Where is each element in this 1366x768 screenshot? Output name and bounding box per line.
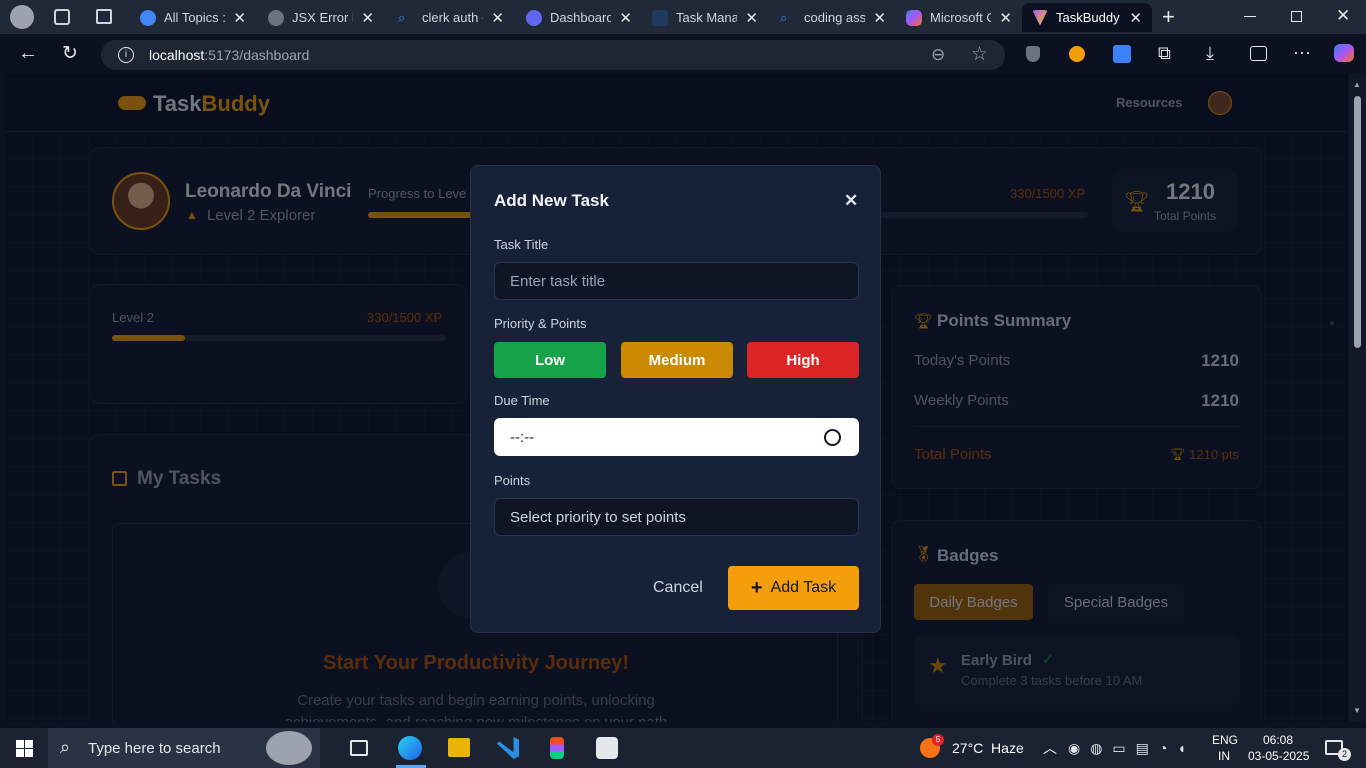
more-menu-icon[interactable]: ···: [1293, 42, 1311, 63]
close-window-button[interactable]: ✕: [1336, 6, 1350, 26]
due-time-label: Due Time: [494, 393, 550, 408]
add-task-label: Add Task: [770, 579, 837, 596]
tab-all-topics[interactable]: All Topics : G✕: [130, 3, 256, 32]
url-path: :5173/dashboard: [204, 47, 310, 63]
copilot-icon[interactable]: [1334, 44, 1354, 62]
clock-date[interactable]: 03-05-2025: [1248, 749, 1309, 763]
chat-icon: [268, 9, 284, 26]
search-icon: ⌕: [60, 737, 71, 757]
taskbar-search[interactable]: ⌕ Type here to search: [48, 728, 320, 768]
new-tab-button[interactable]: +: [1162, 4, 1175, 30]
file-explorer-icon[interactable]: [448, 738, 470, 757]
scroll-thumb[interactable]: [1354, 96, 1361, 348]
scroll-down-arrow[interactable]: ▼: [1353, 706, 1361, 715]
search-icon: ⌕: [780, 9, 788, 25]
taskbar-search-placeholder: Type here to search: [88, 739, 221, 757]
close-tab-icon[interactable]: ✕: [491, 9, 504, 27]
cancel-button[interactable]: Cancel: [653, 579, 703, 597]
clock-time[interactable]: 06:08: [1263, 733, 1293, 747]
search-icon: ⌕: [398, 9, 406, 25]
notifications-count: 2: [1338, 748, 1351, 761]
screenshot-icon[interactable]: [1250, 46, 1267, 61]
priority-low-button[interactable]: Low: [494, 342, 606, 378]
priority-label: Priority & Points: [494, 316, 587, 331]
url-host: localhost: [149, 47, 205, 63]
plus-icon: +: [750, 576, 763, 599]
favorite-star-icon[interactable]: ☆: [971, 43, 988, 66]
language-in[interactable]: IN: [1218, 749, 1230, 763]
tab-coding-assist[interactable]: ⌕coding assis✕: [770, 3, 896, 32]
workspaces-icon[interactable]: [54, 9, 70, 25]
chevron-up-icon[interactable]: ︿: [1043, 738, 1057, 758]
close-tab-icon[interactable]: ✕: [361, 9, 374, 27]
task-view-icon[interactable]: [350, 740, 368, 756]
tab-microsoft-copilot[interactable]: Microsoft Co✕: [896, 3, 1022, 32]
extension-icon[interactable]: [1113, 45, 1131, 63]
copilot-icon: [906, 9, 922, 26]
zoom-icon[interactable]: ⊖: [931, 45, 945, 65]
priority-medium-button[interactable]: Medium: [621, 342, 733, 378]
vite-icon: [1032, 9, 1048, 26]
close-tab-icon[interactable]: ✕: [1129, 9, 1142, 27]
close-tab-icon[interactable]: ✕: [619, 9, 632, 27]
windows-start-icon[interactable]: [16, 740, 33, 757]
tab-task-manager[interactable]: Task Manage✕: [642, 3, 768, 32]
browser-tab-bar: All Topics : G✕ JSX Error in C✕ ⌕clerk a…: [0, 0, 1366, 34]
tab-taskbuddy[interactable]: TaskBuddy - ✕: [1022, 3, 1152, 32]
weather-badge: 5: [932, 734, 944, 746]
windows-taskbar: ⌕ Type here to search 5 27°C Haze ︿ ◉◍▭▤…: [0, 728, 1366, 768]
due-time-value: --:--: [510, 428, 535, 446]
site-info-icon[interactable]: i: [118, 47, 134, 63]
clerk-icon: [526, 9, 542, 26]
tray-icons[interactable]: ◉◍▭▤◔◖: [1068, 740, 1196, 757]
close-tab-icon[interactable]: ✕: [999, 9, 1012, 27]
language-en[interactable]: ENG: [1212, 733, 1238, 747]
refresh-icon[interactable]: ↻: [62, 42, 78, 65]
due-time-input[interactable]: --:--: [494, 418, 859, 456]
ublock-extension-icon[interactable]: [1026, 46, 1040, 62]
edge-icon[interactable]: [396, 728, 426, 768]
extension-icon[interactable]: [1069, 46, 1085, 62]
scroll-up-arrow[interactable]: ▲: [1353, 80, 1361, 89]
minimize-button[interactable]: [1244, 16, 1256, 17]
url-bar[interactable]: i localhost:5173/dashboard ⊖ ☆: [101, 40, 1005, 70]
downloads-icon[interactable]: ⤓: [1206, 43, 1214, 64]
close-tab-icon[interactable]: ✕: [233, 9, 246, 27]
back-icon[interactable]: ←: [18, 42, 38, 65]
tab-dashboard[interactable]: Dashboard |✕: [516, 3, 642, 32]
task-title-label: Task Title: [494, 237, 549, 252]
koala-illustration: [266, 731, 312, 765]
google-icon: [140, 9, 156, 26]
add-task-modal: Add New Task ✕ Task Title Enter task tit…: [470, 165, 881, 633]
site-icon: [652, 9, 668, 26]
page-scrollbar[interactable]: ▲ ▼: [1349, 74, 1366, 722]
restore-button[interactable]: [1291, 11, 1302, 22]
app-icon[interactable]: [596, 737, 618, 759]
extensions-puzzle-icon[interactable]: ⧉: [1158, 43, 1171, 64]
tab-actions-icon[interactable]: [96, 9, 112, 24]
priority-high-button[interactable]: High: [747, 342, 859, 378]
close-icon[interactable]: ✕: [844, 191, 858, 211]
task-title-input[interactable]: Enter task title: [494, 262, 859, 300]
weather-text[interactable]: 27°C Haze: [952, 740, 1024, 756]
add-task-button[interactable]: + Add Task: [728, 566, 859, 610]
vscode-icon[interactable]: [497, 737, 519, 759]
profile-icon[interactable]: [10, 5, 34, 29]
clock-icon[interactable]: [824, 429, 841, 446]
modal-title: Add New Task: [494, 191, 609, 210]
tab-clerk-auth[interactable]: ⌕clerk auth - S✕: [388, 3, 514, 32]
tab-jsx-error[interactable]: JSX Error in C✕: [258, 3, 384, 32]
close-tab-icon[interactable]: ✕: [873, 9, 886, 27]
close-tab-icon[interactable]: ✕: [745, 9, 758, 27]
figma-icon[interactable]: [550, 737, 564, 759]
points-label: Points: [494, 473, 531, 488]
points-field: Select priority to set points: [494, 498, 859, 536]
